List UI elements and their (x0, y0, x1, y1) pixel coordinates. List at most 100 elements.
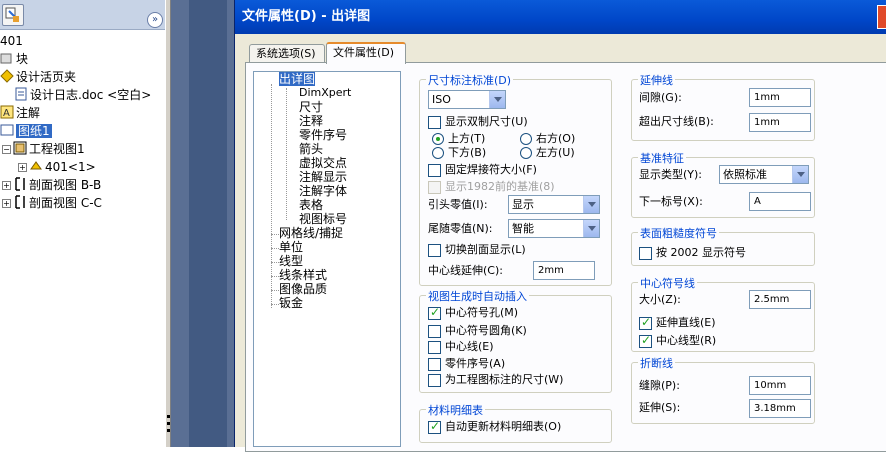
tab-system-options[interactable]: 系统选项(S) (249, 44, 325, 63)
tree-item-label: 401 (0, 34, 23, 48)
expand-toggle[interactable]: + (2, 181, 11, 190)
tree-item-part-401[interactable]: +401<1> (18, 158, 96, 176)
tree-item-design-binder[interactable]: 设计活页夹 (0, 68, 76, 86)
chevron-down-icon[interactable] (792, 166, 808, 183)
ext-gap-input[interactable]: 1mm (749, 88, 811, 107)
category-view-labels[interactable]: 视图标号 (299, 212, 347, 226)
tree-item-label: 图纸1 (16, 124, 52, 138)
tree-item-drawing-view1[interactable]: − 工程视图1 (2, 140, 85, 158)
dual-left-radio[interactable] (520, 147, 532, 159)
dual-right-label: 右方(O) (536, 132, 576, 145)
category-tree: 出详图 DimXpert 尺寸 注释 零件序号 箭头 虚拟交点 注解显示 注解字… (253, 71, 401, 447)
category-dimensions[interactable]: 尺寸 (299, 100, 323, 114)
center-mark-holes-checkbox[interactable] (428, 305, 441, 320)
datum-next-input[interactable]: A (749, 192, 811, 211)
centerline-ext-input[interactable]: 2mm (533, 261, 595, 280)
chevron-down-icon[interactable] (583, 220, 599, 237)
per-2002-label: 按 2002 显示符号 (656, 246, 746, 259)
tree-item-label: 块 (16, 52, 29, 66)
group-title: 视图生成时自动插入 (426, 288, 529, 304)
extended-lines-label: 延伸直线(E) (656, 316, 716, 329)
feature-manager-tab[interactable] (2, 4, 24, 26)
dual-top-radio[interactable] (432, 133, 444, 145)
extended-lines-checkbox[interactable] (639, 315, 652, 330)
dual-left-label: 左方(U) (536, 146, 575, 159)
chevron-down-icon[interactable] (489, 91, 505, 108)
leader-zero-label: 引头零值(I): (428, 198, 488, 211)
tree-item-label: 注解 (16, 106, 41, 120)
tree-item-label: 设计日志.doc <空白> (30, 88, 152, 102)
dialog-title: 文件属性(D) - 出详图 (242, 9, 371, 24)
dims-marked-checkbox[interactable] (428, 374, 441, 387)
ext-gap-label: 间隙(G): (639, 91, 682, 104)
chevron-down-icon[interactable] (583, 196, 599, 213)
expand-panel-button[interactable]: » (147, 12, 163, 28)
dim-standard-select[interactable]: ISO (428, 90, 506, 109)
close-icon[interactable] (877, 5, 886, 29)
centerline-font-label: 中心线型(R) (656, 334, 717, 347)
category-annotations-font[interactable]: 注解字体 (299, 184, 347, 198)
tree-connector (271, 262, 279, 263)
centerlines-checkbox[interactable] (428, 341, 441, 354)
toggle-section-checkbox[interactable] (428, 244, 441, 257)
category-balloons[interactable]: 零件序号 (299, 128, 347, 142)
dual-dim-checkbox[interactable] (428, 116, 441, 129)
part-icon (29, 159, 43, 173)
category-drafting[interactable]: 出详图 (279, 72, 316, 86)
break-extension-label: 延伸(S): (639, 401, 681, 414)
leader-zero-select[interactable]: 显示 (508, 195, 600, 214)
dual-bottom-radio[interactable] (432, 147, 444, 159)
datum-type-select[interactable]: 依照标准 (719, 165, 809, 184)
break-gap-input[interactable]: 10mm (749, 376, 811, 395)
trailing-zero-label: 尾随零值(N): (428, 222, 493, 235)
balloons-checkbox[interactable] (428, 358, 441, 371)
category-annotations-display[interactable]: 注解显示 (299, 170, 347, 184)
category-grid-snap[interactable]: 网格线/捕捉 (279, 226, 343, 240)
tab-document-properties[interactable]: 文件属性(D) (326, 42, 406, 64)
category-tables[interactable]: 表格 (299, 198, 323, 212)
category-notes[interactable]: 注释 (299, 114, 323, 128)
document-icon (14, 87, 28, 101)
dialog-title-bar[interactable]: 文件属性(D) - 出详图 (235, 0, 886, 34)
tree-item-root[interactable]: 401 (0, 32, 23, 50)
ext-beyond-input[interactable]: 1mm (749, 113, 811, 132)
tree-item-design-journal[interactable]: 设计日志.doc <空白> (14, 86, 151, 104)
tree-item-block[interactable]: 块 (0, 50, 28, 68)
bom-auto-update-checkbox[interactable] (428, 419, 441, 434)
category-units[interactable]: 单位 (279, 240, 303, 254)
centerline-font-checkbox[interactable] (639, 333, 652, 348)
center-mark-size-input[interactable]: 2.5mm (749, 290, 811, 309)
graphics-area-shadow (189, 0, 227, 447)
tree-item-section-bb[interactable]: + 剖面视图 B-B (2, 176, 101, 194)
category-image-quality[interactable]: 图像品质 (279, 282, 327, 296)
group-title: 基准特征 (638, 150, 686, 166)
category-line-font[interactable]: 线型 (279, 254, 303, 268)
per-2002-checkbox[interactable] (639, 247, 652, 260)
tree-connector (271, 290, 279, 291)
expand-toggle[interactable]: + (2, 199, 11, 208)
expand-toggle[interactable]: + (18, 163, 27, 172)
centerlines-label: 中心线(E) (445, 340, 494, 353)
binder-icon (0, 69, 14, 83)
group-title: 尺寸标注标准(D) (426, 72, 514, 88)
category-virtual-sharps[interactable]: 虚拟交点 (299, 156, 347, 170)
tree-item-sheet1[interactable]: 图纸1 (0, 122, 52, 140)
tree-item-annotations[interactable]: A 注解 (0, 104, 40, 122)
tree-item-section-cc[interactable]: + 剖面视图 C-C (2, 194, 102, 212)
splitter-grip (167, 429, 170, 432)
center-mark-fillets-checkbox[interactable] (428, 325, 441, 338)
drawing-view-icon (13, 141, 27, 155)
fixed-weld-checkbox[interactable] (428, 164, 441, 177)
collapse-toggle[interactable]: − (2, 145, 11, 154)
category-sheet-metal[interactable]: 钣金 (279, 296, 303, 310)
category-line-style[interactable]: 线条样式 (279, 268, 327, 282)
break-extension-input[interactable]: 3.18mm (749, 399, 811, 418)
category-dimxpert[interactable]: DimXpert (299, 86, 351, 100)
dual-top-label: 上方(T) (448, 132, 486, 145)
show-1982-checkbox[interactable] (428, 181, 441, 194)
tree-connector (271, 276, 279, 277)
group-title: 材料明细表 (426, 402, 485, 418)
dual-right-radio[interactable] (520, 133, 532, 145)
trailing-zero-select[interactable]: 智能 (508, 219, 600, 238)
category-arrows[interactable]: 箭头 (299, 142, 323, 156)
